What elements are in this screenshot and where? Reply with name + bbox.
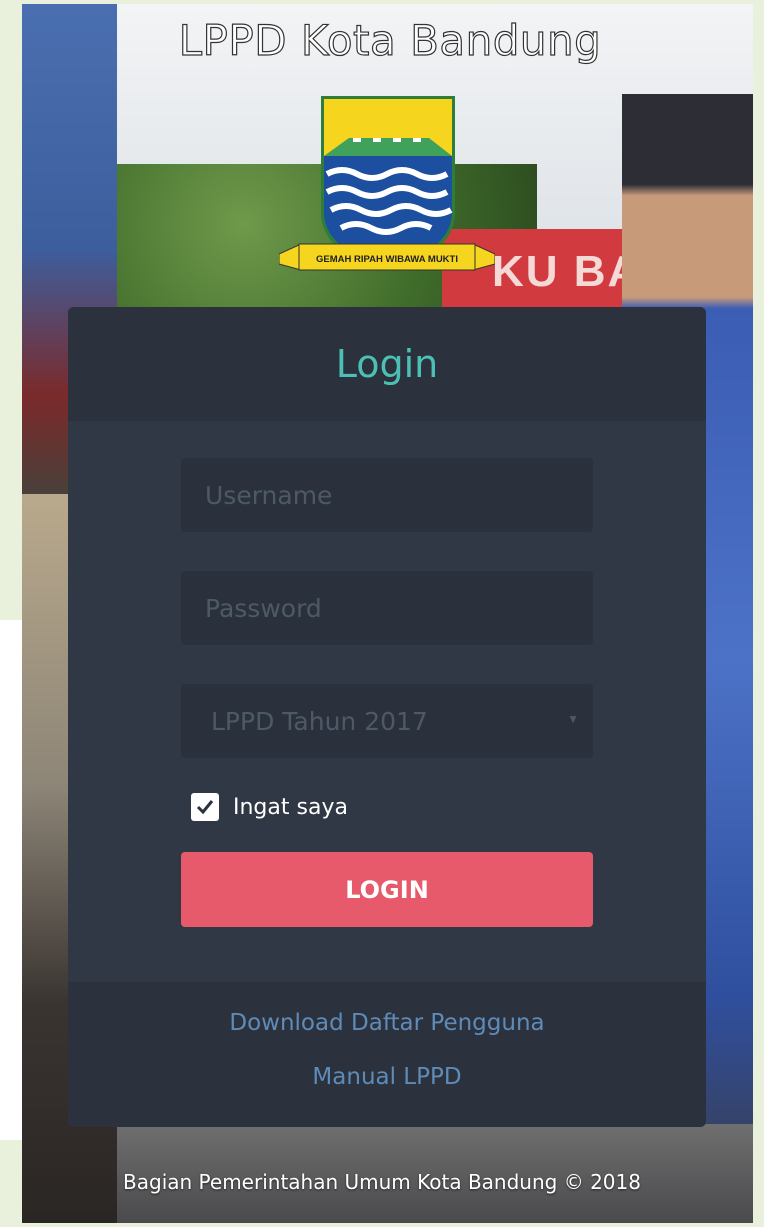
- manual-link[interactable]: Manual LPPD: [68, 1064, 706, 1090]
- login-panel-footer: Download Daftar Pengguna Manual LPPD: [68, 982, 706, 1127]
- download-users-link[interactable]: Download Daftar Pengguna: [68, 1010, 706, 1036]
- username-input[interactable]: [203, 457, 593, 533]
- city-crest-logo: GEMAH RIPAH WIBAWA MUKTI: [279, 96, 495, 271]
- checkmark-icon: [196, 800, 214, 815]
- username-field-wrapper: [181, 457, 593, 533]
- year-select[interactable]: LPPD Tahun 2017 ▼: [181, 684, 593, 758]
- login-panel: Login LPPD Tahun 2017 ▼ Ingat saya LOGIN…: [68, 307, 706, 1127]
- password-field-wrapper: [181, 570, 593, 646]
- login-title: Login: [335, 342, 439, 386]
- frame-edge: [0, 620, 22, 1140]
- remember-me: Ingat saya: [191, 793, 593, 821]
- login-form: LPPD Tahun 2017 ▼ Ingat saya LOGIN: [181, 457, 593, 927]
- login-panel-header: Login: [68, 307, 706, 421]
- logo-motto: GEMAH RIPAH WIBAWA MUKTI: [316, 254, 458, 265]
- caret-down-icon: ▼: [567, 712, 579, 726]
- login-button[interactable]: LOGIN: [181, 852, 593, 927]
- password-input[interactable]: [203, 570, 593, 646]
- remember-label: Ingat saya: [233, 794, 348, 820]
- year-select-value: LPPD Tahun 2017: [211, 706, 428, 736]
- remember-checkbox[interactable]: [191, 793, 219, 821]
- copyright-text: Bagian Pemerintahan Umum Kota Bandung © …: [123, 1170, 641, 1194]
- site-title: LPPD Kota Bandung: [178, 15, 602, 65]
